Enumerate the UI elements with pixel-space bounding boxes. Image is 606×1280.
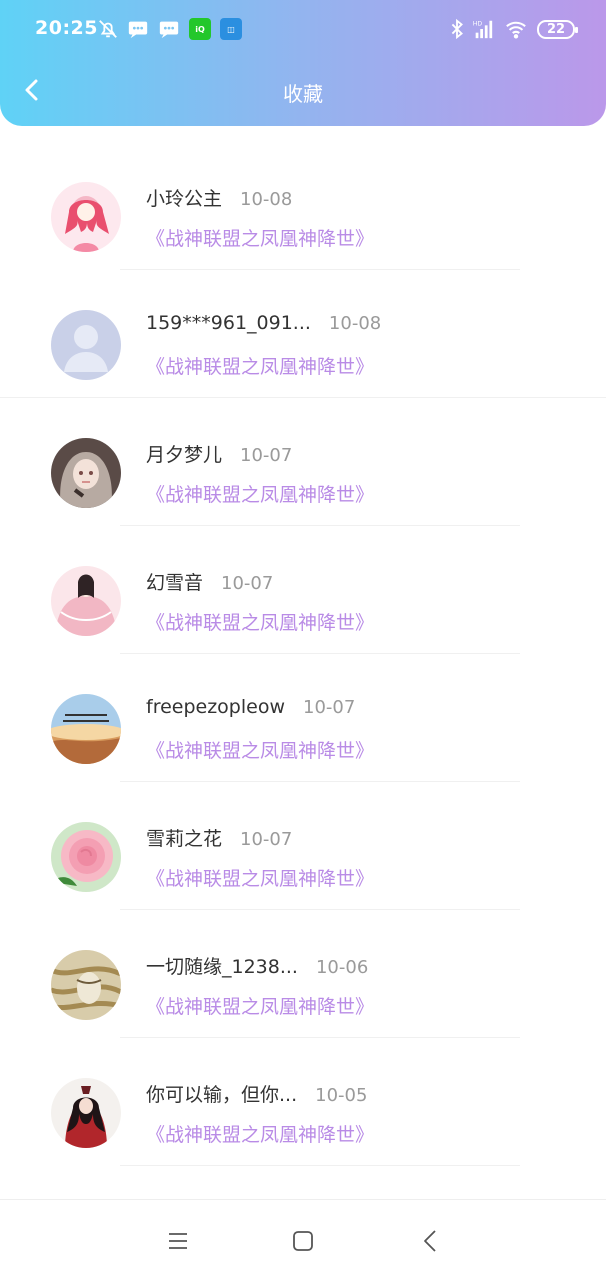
item-title-link[interactable]: 《战神联盟之凤凰神降世》 [146,992,374,1019]
bluetooth-icon [446,18,468,40]
avatar[interactable] [51,694,121,764]
item-header: 月夕梦儿 10-07 [146,440,292,468]
item-header: freepezopleow 10-07 [146,696,355,724]
system-nav-bar [0,1199,606,1280]
avatar[interactable] [51,566,121,636]
item-title-link[interactable]: 《战神联盟之凤凰神降世》 [146,352,374,379]
silent-alarm-icon [97,18,119,40]
avatar[interactable] [51,310,121,380]
item-title-link[interactable]: 《战神联盟之凤凰神降世》 [146,736,374,763]
item-date: 10-07 [221,573,274,594]
item-date: 10-07 [303,697,356,718]
list-item[interactable]: 月夕梦儿 10-07 《战神联盟之凤凰神降世》 [0,398,606,526]
menu-icon [169,1233,187,1249]
user-name: freepezopleow [146,696,286,718]
item-header: 你可以输，但你... 10-05 [146,1080,367,1108]
svg-text:HD: HD [473,20,483,27]
status-bar: 20:25 iQ ◫ HD 22 [0,0,606,60]
user-name: 幻雪音 [146,572,204,594]
avatar[interactable] [51,438,121,508]
user-name: 小玲公主 [146,188,223,210]
back-triangle-icon [424,1230,436,1252]
item-header: 幻雪音 10-07 [146,568,273,596]
list-item[interactable]: 你可以输，但你... 10-05 《战神联盟之凤凰神降世》 [0,1038,606,1166]
avatar[interactable] [51,1078,121,1148]
message-icon [127,18,149,40]
status-time: 20:25 [35,17,98,39]
divider [120,1165,520,1166]
item-title-link[interactable]: 《战神联盟之凤凰神降世》 [146,480,374,507]
app-header: 20:25 iQ ◫ HD 22 收藏 [0,0,606,126]
message-icon [158,18,180,40]
app-icon: ◫ [220,18,242,40]
page-title: 收藏 [283,82,323,106]
user-name: 159***961_091... [146,312,311,334]
item-title-link[interactable]: 《战神联盟之凤凰神降世》 [146,1120,374,1147]
list-item[interactable]: 幻雪音 10-07 《战神联盟之凤凰神降世》 [0,526,606,654]
item-date: 10-08 [240,189,293,210]
favorites-list: 小玲公主 10-08 《战神联盟之凤凰神降世》 159***961_091...… [0,142,606,1199]
iqiyi-icon: iQ [189,18,211,40]
avatar[interactable] [51,182,121,252]
user-name: 一切随缘_1238... [146,956,298,978]
avatar[interactable] [51,822,121,892]
home-square-icon [293,1231,313,1251]
wifi-icon [503,18,529,40]
item-title-link[interactable]: 《战神联盟之凤凰神降世》 [146,608,374,635]
list-item[interactable]: 159***961_091... 10-08 《战神联盟之凤凰神降世》 [0,270,606,398]
item-date: 10-07 [240,829,293,850]
item-date: 10-05 [315,1085,368,1106]
item-title-link[interactable]: 《战神联盟之凤凰神降世》 [146,864,374,891]
menu-button[interactable] [165,1228,191,1254]
item-date: 10-06 [315,957,369,978]
list-item[interactable]: freepezopleow 10-07 《战神联盟之凤凰神降世》 [0,654,606,782]
item-title-link[interactable]: 《战神联盟之凤凰神降世》 [146,224,374,251]
list-item[interactable]: 一切随缘_1238... 10-06 《战神联盟之凤凰神降世》 [0,910,606,1038]
item-header: 159***961_091... 10-08 [146,312,381,340]
item-header: 雪莉之花 10-07 [146,824,292,852]
list-item[interactable]: 小玲公主 10-08 《战神联盟之凤凰神降世》 [0,142,606,270]
item-header: 小玲公主 10-08 [146,184,292,212]
home-button[interactable] [290,1228,316,1254]
item-date: 10-08 [328,313,382,334]
item-date: 10-07 [240,445,293,466]
avatar[interactable] [51,950,121,1020]
back-nav-button[interactable] [418,1228,444,1254]
list-item[interactable]: 雪莉之花 10-07 《战神联盟之凤凰神降世》 [0,782,606,910]
user-name: 雪莉之花 [146,828,223,850]
signal-icon: HD [471,18,495,40]
user-name: 月夕梦儿 [146,444,223,466]
item-header: 一切随缘_1238... 10-06 [146,952,368,980]
battery-icon: 22 [537,20,578,39]
user-name: 你可以输，但你... [146,1084,298,1106]
